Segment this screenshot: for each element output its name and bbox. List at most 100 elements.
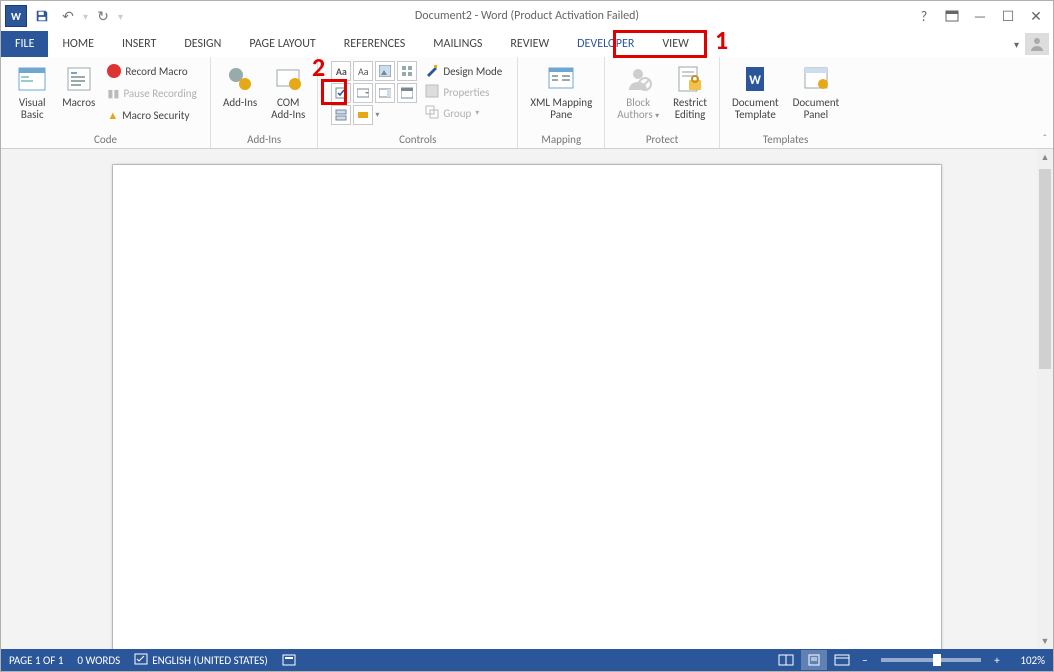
legacy-tools-dropdown[interactable]: ▾ [375,110,379,120]
properties-label: Properties [443,86,489,99]
picture-control-button[interactable] [375,61,395,81]
tab-insert[interactable]: INSERT [108,31,170,57]
web-layout-button[interactable] [829,650,855,670]
design-mode-label: Design Mode [443,65,502,78]
save-button[interactable] [31,5,53,27]
record-macro-button[interactable]: Record Macro [105,61,198,81]
checkbox-control-button[interactable] [331,83,351,103]
collapse-ribbon-button[interactable]: ˆ [1043,132,1047,145]
qat-customize-dropdown[interactable]: ▾ [118,10,123,23]
warning-icon: ▲ [107,109,118,122]
redo-button[interactable]: ↻ [92,5,114,27]
vertical-scrollbar[interactable]: ▲ ▼ [1037,149,1053,649]
block-authors-label: Block Authors ▾ [617,97,659,121]
group-templates: W Document Template Document Panel Templ… [720,57,851,148]
datepicker-control-button[interactable] [397,83,417,103]
tab-file[interactable]: FILE [1,31,48,57]
xml-mapping-icon [545,63,577,95]
com-addins-icon [272,63,304,95]
window-controls: ? — ☐ ✕ [911,5,1053,27]
ribbon-display-options-button[interactable] [939,5,965,27]
controls-gallery: Aa Aa ▾ [331,61,417,125]
close-button[interactable]: ✕ [1023,5,1049,27]
macro-recorder-status[interactable] [282,653,296,667]
tab-mailings[interactable]: MAILINGS [419,31,496,57]
plain-text-control-button[interactable]: Aa [353,61,373,81]
tab-references[interactable]: REFERENCES [330,31,420,57]
addins-button[interactable]: Add-Ins [219,61,261,111]
tab-view[interactable]: VIEW [648,31,702,57]
document-template-icon: W [739,63,771,95]
document-page[interactable] [113,165,941,649]
maximize-button[interactable]: ☐ [995,5,1021,27]
macros-label: Macros [62,97,95,109]
xml-mapping-pane-button[interactable]: XML Mapping Pane [526,61,596,123]
dropdown-control-button[interactable] [375,83,395,103]
spellcheck-icon [134,652,148,669]
group-protect: Block Authors ▾ Restrict Editing Protect [605,57,720,148]
pause-recording-button: ▮▮ Pause Recording [105,83,198,103]
tab-review[interactable]: REVIEW [496,31,563,57]
language-label: ENGLISH (UNITED STATES) [152,654,267,667]
undo-button[interactable]: ↶ [57,5,79,27]
tab-design[interactable]: DESIGN [170,31,235,57]
visual-basic-button[interactable]: Visual Basic [12,61,52,123]
com-addins-button[interactable]: COM Add-Ins [267,61,309,123]
scroll-down-arrow[interactable]: ▼ [1037,633,1053,649]
scroll-up-arrow[interactable]: ▲ [1037,149,1053,165]
page-status[interactable]: PAGE 1 OF 1 [9,654,63,667]
combobox-control-button[interactable] [353,83,373,103]
properties-button: Properties [423,82,504,102]
design-mode-button[interactable]: Design Mode [423,61,504,81]
document-template-label: Document Template [732,97,779,121]
print-layout-button[interactable] [801,650,827,670]
macro-security-label: Macro Security [122,109,189,122]
word-app-icon[interactable]: W [5,5,27,27]
tab-developer[interactable]: DEVELOPER [563,31,648,57]
document-template-button[interactable]: W Document Template [728,61,783,123]
addins-label: Add-Ins [223,97,257,109]
document-panel-button[interactable]: Document Panel [789,61,844,123]
restrict-editing-button[interactable]: Restrict Editing [669,61,711,123]
zoom-slider-knob[interactable] [933,654,941,666]
group-controls-label: Controls [399,131,436,146]
record-icon [107,64,121,78]
tab-page-layout[interactable]: PAGE LAYOUT [235,31,329,57]
xml-mapping-label: XML Mapping Pane [530,97,592,121]
read-mode-button[interactable] [773,650,799,670]
zoom-level[interactable]: 102% [1007,654,1045,667]
document-panel-label: Document Panel [793,97,840,121]
scroll-thumb[interactable] [1039,169,1051,369]
group-control-label: Group [443,107,471,120]
user-account-icon[interactable] [1025,33,1049,55]
language-status[interactable]: ENGLISH (UNITED STATES) [134,652,267,669]
building-block-control-button[interactable] [397,61,417,81]
group-templates-label: Templates [763,131,808,146]
ribbon-options-dropdown[interactable]: ▾ [1014,38,1019,51]
group-addins-label: Add-Ins [247,131,281,146]
group-controls: Aa Aa ▾ [318,57,518,148]
visual-basic-icon [16,63,48,95]
qat-dropdown-undo[interactable]: ▾ [83,10,88,23]
tab-home[interactable]: HOME [48,31,108,57]
visual-basic-label: Visual Basic [19,97,46,121]
zoom-in-button[interactable]: + [989,654,1005,667]
pause-recording-label: Pause Recording [123,87,196,100]
zoom-out-button[interactable]: − [857,654,873,667]
pause-icon: ▮▮ [107,87,119,100]
rich-text-control-button[interactable]: Aa [331,61,351,81]
restrict-editing-label: Restrict Editing [673,97,707,121]
minimize-button[interactable]: — [967,5,993,27]
word-count-status[interactable]: 0 WORDS [77,654,120,667]
repeating-section-control-button[interactable] [331,105,351,125]
zoom-slider[interactable] [881,658,981,662]
quick-access-toolbar: W ↶ ▾ ↻ ▾ [1,5,123,27]
macros-button[interactable]: Macros [58,61,99,111]
macros-icon [63,63,95,95]
group-mapping-label: Mapping [541,131,581,146]
block-authors-button[interactable]: Block Authors ▾ [613,61,663,123]
macro-security-button[interactable]: ▲ Macro Security [105,105,198,125]
legacy-tools-button[interactable] [353,105,373,125]
help-button[interactable]: ? [911,5,937,27]
title-bar: W ↶ ▾ ↻ ▾ Document2 - Word (Product Acti… [1,1,1053,31]
